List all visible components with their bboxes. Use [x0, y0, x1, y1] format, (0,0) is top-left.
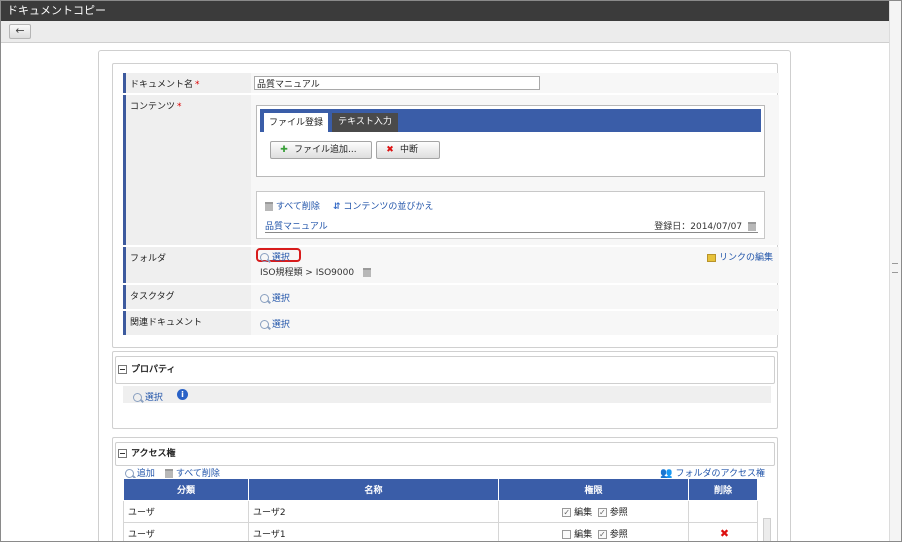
arrow-left-icon: ←	[15, 24, 25, 37]
checkbox-edit[interactable]	[562, 530, 572, 539]
access-section: アクセス権	[115, 442, 775, 466]
search-icon	[260, 253, 269, 262]
table-scrollbar[interactable]	[763, 518, 771, 541]
search-icon	[260, 294, 269, 303]
toolbar: ←	[1, 21, 889, 43]
cell-name: ユーザ1	[248, 522, 499, 541]
access-title: アクセス権	[131, 449, 176, 459]
col-header-name[interactable]: 名称	[248, 478, 499, 501]
property-select-button[interactable]: 選択	[133, 390, 163, 403]
file-name-link[interactable]: 品質マニュアル	[265, 219, 328, 232]
folder-icon	[707, 253, 717, 262]
main-panel: ドキュメント名* コンテンツ* ファイル登録 テキスト入力 ✚ファイル追	[98, 50, 791, 541]
registered-date: 登録日：2014/07/07	[654, 222, 743, 232]
cell-name: ユーザ2	[248, 500, 499, 523]
plus-icon: ✚	[280, 145, 288, 155]
cell-permission: 編集 ✓ 参照	[498, 522, 689, 541]
add-file-button[interactable]: ✚ ファイル追加...	[270, 141, 372, 159]
document-form-card: ドキュメント名* コンテンツ* ファイル登録 テキスト入力 ✚ファイル追	[112, 63, 779, 348]
required-mark: *	[177, 102, 182, 112]
trash-icon	[165, 469, 173, 478]
divider	[265, 232, 758, 233]
contents-tabbox: ファイル登録 テキスト入力 ✚ ファイル追加... ✖ 中断	[256, 105, 765, 177]
page-scrollbar[interactable]	[889, 1, 901, 541]
checkbox-edit[interactable]: ✓	[562, 508, 572, 517]
cell-type: ユーザ	[123, 500, 249, 523]
cell-delete	[688, 500, 758, 523]
back-button[interactable]: ←	[9, 24, 31, 39]
row-contents: コンテンツ * ファイル登録 テキスト入力 ✚ ファイル追加... ✖ 中断 すべて削…	[123, 95, 779, 245]
info-icon[interactable]: i	[177, 389, 188, 400]
search-icon	[125, 469, 134, 478]
delete-all-link[interactable]: すべて削除	[265, 199, 320, 212]
file-meta: 登録日：2014/07/07	[654, 219, 756, 232]
app-window: ドキュメントコピー ← ドキュメント名* コンテンツ*	[0, 0, 902, 542]
collapse-icon[interactable]	[118, 449, 127, 458]
cell-type: ユーザ	[123, 522, 249, 541]
table-row: ユーザ ユーザ1 編集 ✓ 参照 ✖	[123, 522, 758, 541]
search-icon	[260, 320, 269, 329]
cell-permission: ✓ 編集 ✓ 参照	[498, 500, 689, 523]
cancel-button[interactable]: ✖ 中断	[376, 141, 440, 159]
row-related-documents: 関連ドキュメント 選択	[123, 311, 779, 335]
col-header-permission[interactable]: 権限	[498, 478, 689, 501]
checkbox-view[interactable]: ✓	[597, 508, 607, 517]
table-row: ユーザ ユーザ2 ✓ 編集 ✓ 参照	[123, 500, 758, 523]
cell-delete: ✖	[688, 522, 758, 541]
window-title: ドキュメントコピー	[1, 1, 889, 21]
delete-row-icon[interactable]: ✖	[720, 527, 729, 540]
page-content: ドキュメント名* コンテンツ* ファイル登録 テキスト入力 ✚ファイル追	[1, 43, 889, 541]
col-header-delete[interactable]: 削除	[688, 478, 758, 501]
folder-path: ISO規程類 > ISO9000	[260, 265, 371, 278]
property-body: 選択 i	[123, 386, 771, 403]
search-icon	[133, 393, 142, 402]
property-card: プロパティ 選択 i	[112, 351, 778, 429]
table-header-row: 分類 名称 権限 削除	[123, 478, 758, 501]
task-tag-label: タスクタグ	[123, 285, 248, 309]
sort-arrows-icon: ⇵	[333, 202, 341, 212]
trash-icon[interactable]	[748, 222, 756, 231]
required-mark: *	[195, 80, 200, 90]
trash-icon[interactable]	[362, 268, 371, 277]
document-name-input[interactable]	[254, 76, 540, 90]
document-name-label: ドキュメント名	[130, 80, 194, 90]
col-header-type[interactable]: 分類	[123, 478, 249, 501]
scroll-grip-icon[interactable]	[892, 263, 898, 273]
collapse-icon[interactable]	[118, 365, 127, 374]
row-document-name: ドキュメント名 *	[123, 73, 779, 93]
task-tag-select-button[interactable]: 選択	[260, 291, 290, 304]
edit-link-button[interactable]: リンクの編集	[707, 250, 773, 263]
access-table: 分類 名称 権限 削除 ユーザ ユーザ2 ✓ 編集 ✓ 参照 ユーザ ユーザ1 …	[123, 478, 758, 541]
related-documents-label: 関連ドキュメント	[123, 311, 248, 335]
row-folder: フォルダ 選択 ISO規程類 > ISO9000 リンクの編集	[123, 247, 779, 283]
contents-file-list: すべて削除 ⇵ コンテンツの並びかえ 品質マニュアル 登録日：2014/07/0…	[256, 191, 765, 239]
contents-label: コンテンツ	[130, 102, 176, 112]
access-card: アクセス権 追加 すべて削除 👥 フォルダのアクセス権 分類 名称 権限 削除	[112, 437, 778, 541]
close-icon: ✖	[386, 145, 394, 155]
property-title: プロパティ	[131, 365, 176, 375]
trash-icon	[265, 202, 273, 211]
row-task-tag: タスクタグ 選択	[123, 285, 779, 309]
reorder-link[interactable]: ⇵ コンテンツの並びかえ	[333, 199, 433, 212]
folder-select-button[interactable]: 選択	[260, 250, 290, 263]
tab-strip: ファイル登録 テキスト入力	[260, 109, 761, 132]
folder-label: フォルダ	[123, 247, 248, 283]
tab-text-input[interactable]: テキスト入力	[332, 113, 398, 132]
related-documents-select-button[interactable]: 選択	[260, 317, 290, 330]
tab-file-register[interactable]: ファイル登録	[264, 113, 328, 132]
property-section: プロパティ	[115, 356, 775, 384]
checkbox-view[interactable]: ✓	[597, 530, 607, 539]
